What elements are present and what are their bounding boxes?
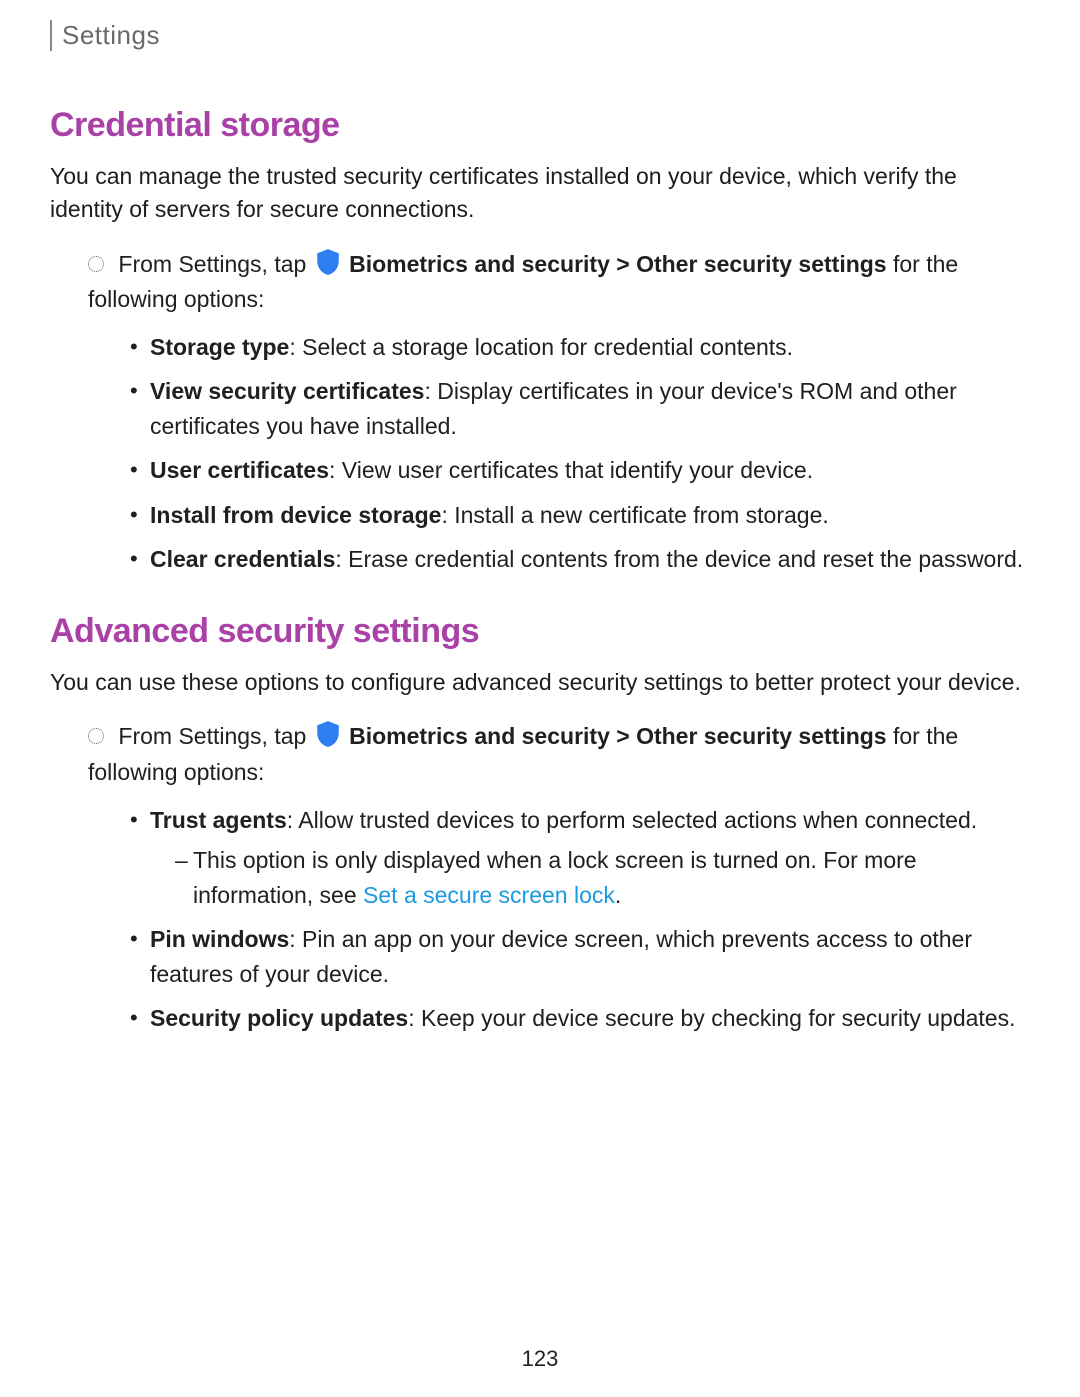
step-prefix: From Settings, tap [118, 723, 306, 749]
option-label: Pin windows [150, 926, 289, 952]
step-link2: Other security settings [636, 723, 887, 749]
list-item: User certificates: View user certificate… [130, 453, 1030, 488]
bullet-icon [88, 256, 104, 272]
option-label: User certificates [150, 457, 329, 483]
breadcrumb-text: Settings [62, 20, 160, 50]
option-desc: : View user certificates that identify y… [329, 457, 813, 483]
step-link1: Biometrics and security [349, 723, 610, 749]
section-title-credential-storage: Credential storage [50, 106, 1030, 145]
step-link2: Other security settings [636, 251, 887, 277]
step-instruction: From Settings, tap Biometrics and securi… [88, 247, 1030, 318]
bullet-icon [88, 728, 104, 744]
section-intro: You can manage the trusted security cert… [50, 160, 1030, 227]
option-label: View security certificates [150, 378, 424, 404]
option-label: Clear credentials [150, 546, 335, 572]
sub-post: . [615, 882, 621, 908]
option-desc: : Keep your device secure by checking fo… [408, 1005, 1015, 1031]
list-item: View security certificates: Display cert… [130, 374, 1030, 443]
step-sep: > [610, 723, 636, 749]
section-title-advanced-security: Advanced security settings [50, 612, 1030, 651]
option-desc: : Install a new certificate from storage… [441, 502, 828, 528]
option-label: Security policy updates [150, 1005, 408, 1031]
list-item: Install from device storage: Install a n… [130, 498, 1030, 533]
step-link1: Biometrics and security [349, 251, 610, 277]
option-label: Trust agents [150, 807, 287, 833]
list-item: Pin windows: Pin an app on your device s… [130, 922, 1030, 991]
list-item: Trust agents: Allow trusted devices to p… [130, 803, 1030, 913]
shield-icon [315, 248, 341, 276]
sub-list-item: This option is only displayed when a loc… [175, 843, 1030, 912]
step-instruction: From Settings, tap Biometrics and securi… [88, 719, 1030, 790]
options-list: Storage type: Select a storage location … [50, 330, 1030, 577]
breadcrumb: Settings [50, 20, 1030, 51]
link-set-secure-screen-lock[interactable]: Set a secure screen lock [363, 882, 615, 908]
shield-icon [315, 720, 341, 748]
list-item: Security policy updates: Keep your devic… [130, 1001, 1030, 1036]
step-sep: > [610, 251, 636, 277]
options-list: Trust agents: Allow trusted devices to p… [50, 803, 1030, 1036]
step-prefix: From Settings, tap [118, 251, 306, 277]
list-item: Clear credentials: Erase credential cont… [130, 542, 1030, 577]
option-desc: : Select a storage location for credenti… [289, 334, 793, 360]
option-desc: : Allow trusted devices to perform selec… [287, 807, 977, 833]
sub-list: This option is only displayed when a loc… [150, 843, 1030, 912]
option-desc: : Erase credential contents from the dev… [335, 546, 1023, 572]
page-number: 123 [0, 1346, 1080, 1372]
option-label: Install from device storage [150, 502, 441, 528]
section-intro: You can use these options to configure a… [50, 666, 1030, 699]
option-label: Storage type [150, 334, 289, 360]
list-item: Storage type: Select a storage location … [130, 330, 1030, 365]
